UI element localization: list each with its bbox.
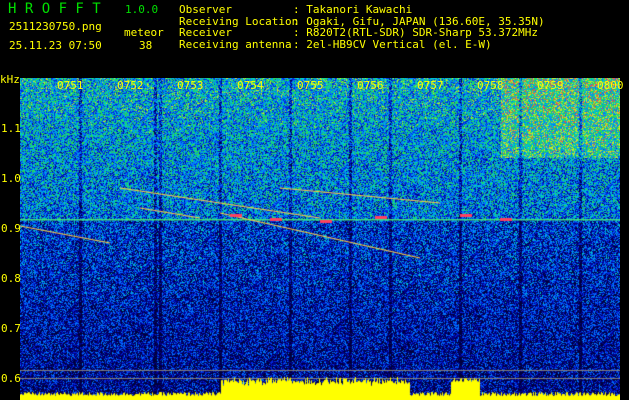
meteor-label: meteor bbox=[124, 26, 164, 39]
datetime: 25.11.23 07:50 bbox=[9, 39, 102, 52]
time-tick-label: 0759 bbox=[537, 79, 564, 92]
time-tick-label: 0755 bbox=[297, 79, 324, 92]
y-axis-unit: kHz bbox=[0, 73, 20, 86]
info-label: Receiving antenna bbox=[179, 37, 292, 51]
y-tick-label: 1.1 bbox=[1, 122, 21, 135]
time-tick-label: 0758 bbox=[477, 79, 504, 92]
file-name: 2511230750.png bbox=[9, 20, 102, 33]
time-tick-label: 0753 bbox=[177, 79, 204, 92]
y-tick-label: 0.7 bbox=[1, 322, 21, 335]
meteor-count: 38 bbox=[139, 39, 153, 52]
time-tick-label: 0756 bbox=[357, 79, 384, 92]
time-tick-label: 0800 bbox=[597, 79, 624, 92]
time-tick-label: 0752 bbox=[117, 79, 144, 92]
y-tick-label: 0.9 bbox=[1, 222, 21, 235]
app-title: H R O F F T bbox=[8, 1, 101, 17]
time-tick-label: 0757 bbox=[417, 79, 444, 92]
y-tick-label: 0.6 bbox=[1, 372, 21, 385]
spectrogram bbox=[20, 78, 620, 400]
time-tick-label: 0751 bbox=[57, 79, 84, 92]
y-tick-label: 0.8 bbox=[1, 272, 21, 285]
info-value: : 2el-HB9CV Vertical (el. E-W) bbox=[293, 37, 492, 51]
app-version: 1.0.0 bbox=[125, 3, 159, 16]
time-tick-label: 0754 bbox=[237, 79, 264, 92]
y-tick-label: 1.0 bbox=[1, 172, 21, 185]
